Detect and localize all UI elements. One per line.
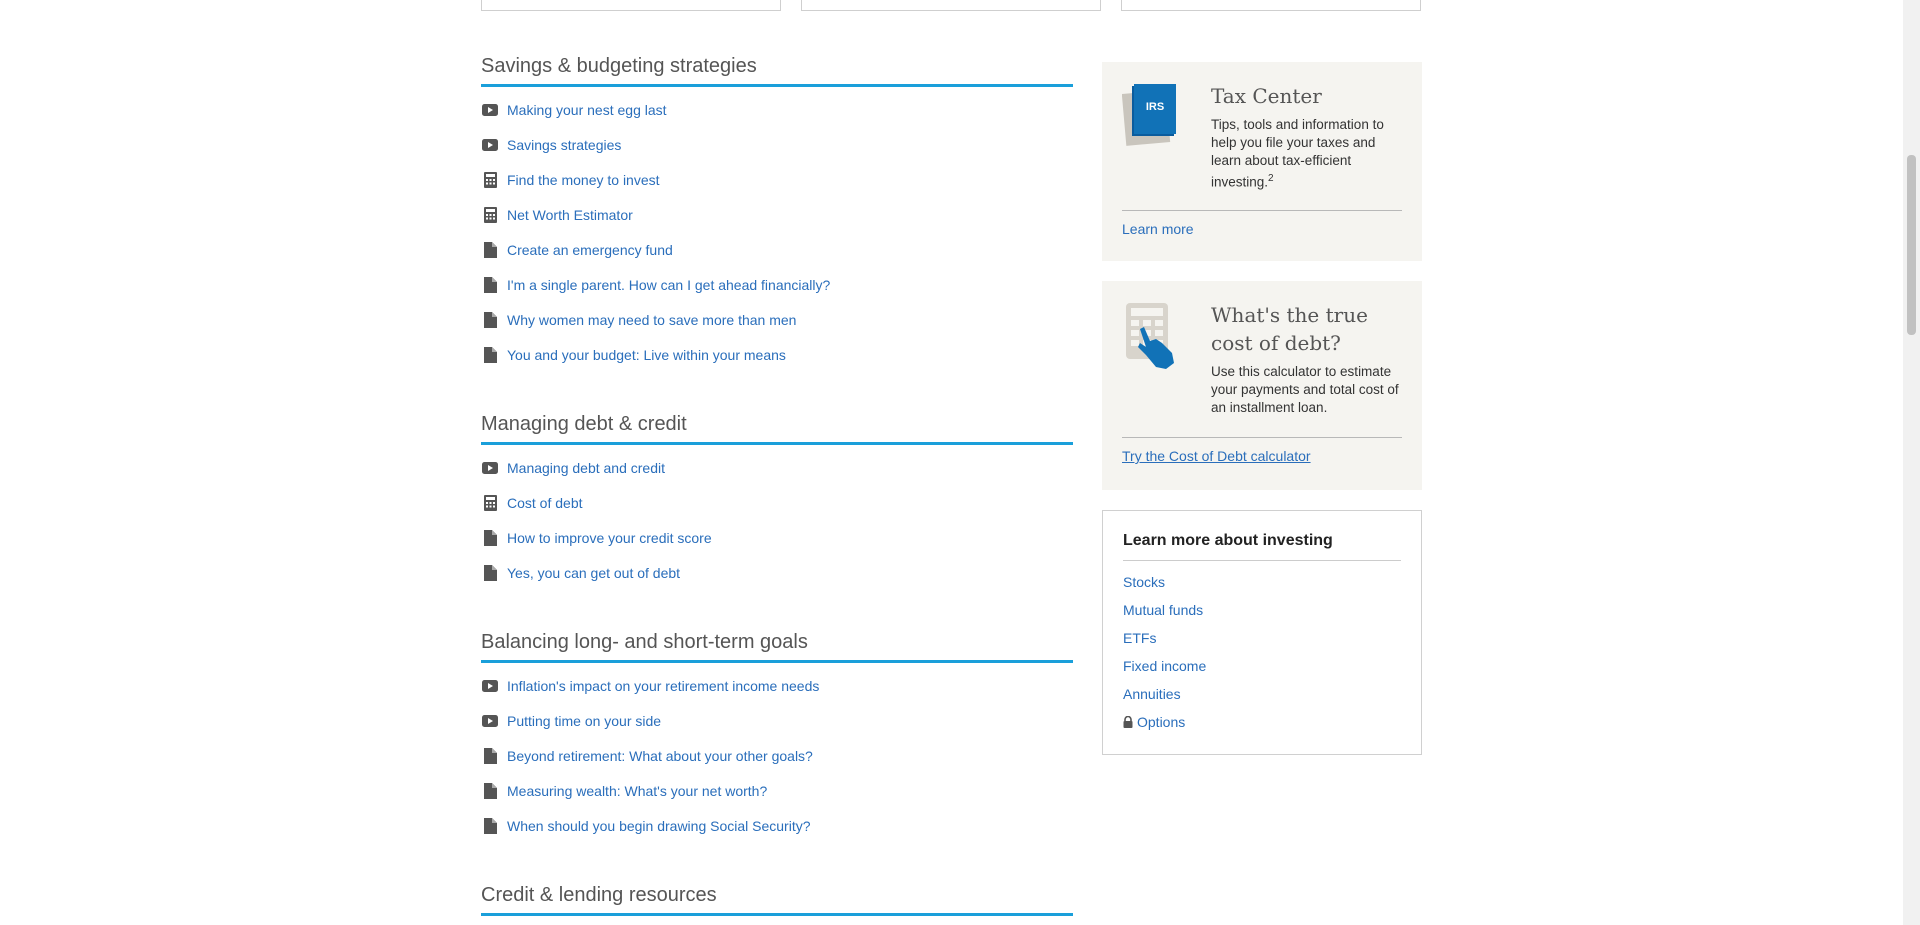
- list-item: Measuring wealth: What's your net worth?: [481, 782, 1073, 817]
- list-item: Net Worth Estimator: [481, 206, 1073, 241]
- document-icon: [481, 242, 499, 258]
- top-card-1: [481, 0, 781, 11]
- irs-icon: IRS: [1121, 82, 1194, 152]
- resource-link[interactable]: Cost of debt: [507, 494, 583, 512]
- lock-icon: [1123, 715, 1133, 731]
- document-icon: [481, 347, 499, 363]
- top-card-3: [1121, 0, 1421, 11]
- document-icon: [481, 565, 499, 581]
- cost-of-debt-calculator-link[interactable]: Try the Cost of Debt calculator: [1122, 448, 1311, 464]
- cost-of-debt-body: Use this calculator to estimate your pay…: [1211, 364, 1399, 415]
- document-icon: [481, 312, 499, 328]
- resource-link[interactable]: Inflation's impact on your retirement in…: [507, 677, 819, 695]
- video-icon: [481, 102, 499, 118]
- list-item: You and your budget: Live within your me…: [481, 346, 1073, 381]
- list-item: Beyond retirement: What about your other…: [481, 747, 1073, 782]
- list-item: Create an emergency fund: [481, 241, 1073, 276]
- list-item: Find the money to invest: [481, 171, 1073, 206]
- list-item: Yes, you can get out of debt: [481, 564, 1073, 599]
- resource-link[interactable]: Net Worth Estimator: [507, 206, 633, 224]
- section-managing-debt: Managing debt & credit Managing debt and …: [481, 410, 1073, 599]
- options-link[interactable]: Options: [1137, 714, 1185, 730]
- list-item: Fixed income: [1123, 658, 1401, 686]
- section-link-list: Managing debt and credit Cost of debt How …: [481, 459, 1073, 599]
- divider: [1122, 437, 1402, 438]
- section-heading: Balancing long- and short-term goals: [481, 628, 1073, 663]
- section-link-list: Inflation's impact on your retirement in…: [481, 677, 1073, 852]
- list-item: Managing debt and credit: [481, 459, 1073, 494]
- resource-link[interactable]: Create an emergency fund: [507, 241, 673, 259]
- document-icon: [481, 277, 499, 293]
- list-item: Inflation's impact on your retirement in…: [481, 677, 1073, 712]
- scrollbar-thumb[interactable]: [1907, 155, 1916, 335]
- resource-link[interactable]: Why women may need to save more than men: [507, 311, 796, 329]
- investing-link[interactable]: Mutual funds: [1123, 602, 1203, 618]
- video-icon: [481, 678, 499, 694]
- resource-link[interactable]: How to improve your credit score: [507, 529, 712, 547]
- list-item: Savings strategies: [481, 136, 1073, 171]
- video-icon: [481, 137, 499, 153]
- video-icon: [481, 460, 499, 476]
- section-heading: Managing debt & credit: [481, 410, 1073, 445]
- list-item: ETFs: [1123, 630, 1401, 658]
- video-icon: [481, 713, 499, 729]
- learn-more-title: Learn more about investing: [1123, 531, 1401, 561]
- list-item: Putting time on your side: [481, 712, 1073, 747]
- list-item: When should you begin drawing Social Sec…: [481, 817, 1073, 852]
- investing-link[interactable]: Annuities: [1123, 686, 1181, 702]
- document-icon: [481, 530, 499, 546]
- svg-text:IRS: IRS: [1146, 101, 1164, 113]
- investing-link[interactable]: ETFs: [1123, 630, 1156, 646]
- resource-link[interactable]: Making your nest egg last: [507, 101, 667, 119]
- section-heading: Credit & lending resources: [481, 881, 1073, 916]
- calculator-icon: [481, 495, 499, 511]
- list-item: How to improve your credit score: [481, 529, 1073, 564]
- list-item: Making your nest egg last: [481, 101, 1073, 136]
- resource-link[interactable]: Yes, you can get out of debt: [507, 564, 680, 582]
- investing-link[interactable]: Fixed income: [1123, 658, 1206, 674]
- document-icon: [481, 783, 499, 799]
- resource-link[interactable]: You and your budget: Live within your me…: [507, 346, 786, 364]
- document-icon: [481, 818, 499, 834]
- top-card-2: [801, 0, 1101, 11]
- resource-link[interactable]: Measuring wealth: What's your net worth?: [507, 782, 767, 800]
- document-icon: [481, 748, 499, 764]
- calculator-icon: [481, 207, 499, 223]
- resource-link[interactable]: Find the money to invest: [507, 171, 660, 189]
- investing-link[interactable]: Stocks: [1123, 574, 1165, 590]
- section-heading: Savings & budgeting strategies: [481, 52, 1073, 87]
- tax-center-body: Tips, tools and information to help you …: [1211, 117, 1384, 190]
- cost-of-debt-panel: What's the true cost of debt? Use this c…: [1102, 281, 1422, 490]
- list-item: Annuities: [1123, 686, 1401, 714]
- resource-link[interactable]: When should you begin drawing Social Sec…: [507, 817, 811, 835]
- calculator-hand-icon: [1122, 301, 1194, 371]
- resource-link[interactable]: Putting time on your side: [507, 712, 661, 730]
- resource-link[interactable]: Managing debt and credit: [507, 459, 665, 477]
- cost-of-debt-title: What's the true cost of debt?: [1211, 303, 1368, 355]
- tax-center-title: Tax Center: [1211, 84, 1322, 108]
- section-balancing-goals: Balancing long- and short-term goals Infl…: [481, 628, 1073, 852]
- tax-center-learn-more-link[interactable]: Learn more: [1122, 221, 1194, 237]
- resource-link[interactable]: I'm a single parent. How can I get ahead…: [507, 276, 830, 294]
- list-item: I'm a single parent. How can I get ahead…: [481, 276, 1073, 311]
- section-credit-lending: Credit & lending resources: [481, 881, 1073, 916]
- resource-link[interactable]: Beyond retirement: What about your other…: [507, 747, 813, 765]
- list-item: Stocks: [1123, 574, 1401, 602]
- list-item: Mutual funds: [1123, 602, 1401, 630]
- resource-link[interactable]: Savings strategies: [507, 136, 621, 154]
- learn-more-investing-panel: Learn more about investing Stocks Mutual …: [1102, 510, 1422, 755]
- learn-more-list: Stocks Mutual funds ETFs Fixed income Annuit…: [1123, 574, 1401, 742]
- tax-center-panel: IRS Tax Center Tips, tools and informati…: [1102, 62, 1422, 261]
- section-link-list: Making your nest egg last Savings strateg…: [481, 101, 1073, 381]
- calculator-icon: [481, 172, 499, 188]
- section-savings-budgeting: Savings & budgeting strategies Making you…: [481, 52, 1073, 381]
- list-item: Cost of debt: [481, 494, 1073, 529]
- divider: [1122, 209, 1402, 211]
- list-item: Why women may need to save more than men: [481, 311, 1073, 346]
- footnote-marker: 2: [1268, 173, 1274, 184]
- list-item: Options: [1123, 714, 1401, 742]
- vertical-scrollbar[interactable]: [1903, 0, 1920, 925]
